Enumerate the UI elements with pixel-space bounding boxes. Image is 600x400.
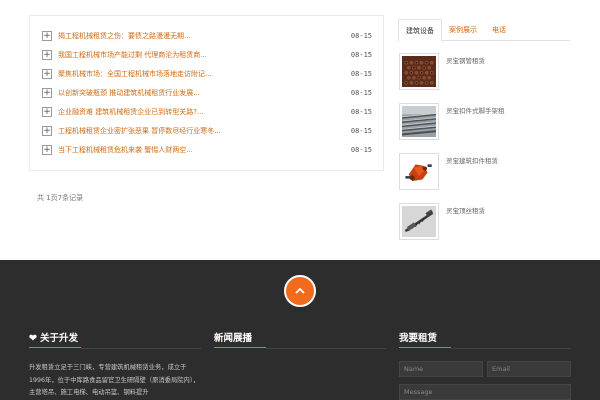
- news-title[interactable]: 当下工程机械租赁危机来袭 警惕人财两空...: [58, 145, 328, 155]
- news-list: + 揭工程机械租赁之伤：要债之路漫漫无期... 08-15 + 我国工程机械市场…: [30, 16, 383, 159]
- plus-icon: +: [42, 68, 52, 79]
- footer-news-heading: 新闻展播: [214, 333, 253, 344]
- sidebar-tabs: 建筑设备 案例展示 电话: [398, 19, 570, 42]
- news-item[interactable]: + 以创新突破瓶颈 推动建筑机械租赁行业发展... 08-15: [30, 83, 383, 102]
- plus-icon: +: [42, 144, 52, 155]
- product-item[interactable]: 灵宝建筑扣件租赁: [399, 153, 571, 203]
- about-text: 升发租赁立足于三门峡，专营建筑机械租赁业务，成立于1996年，位于中库路食品留官…: [29, 364, 200, 396]
- news-date: 08-15: [350, 145, 372, 154]
- news-item[interactable]: + 揭工程机械租赁之伤：要债之路漫漫无期... 08-15: [30, 26, 383, 45]
- news-item[interactable]: + 工程机械租赁企业密扩张恶果 暂停数尽经行业寒冬... 08-15: [30, 121, 383, 140]
- footer-rent-underline: [399, 347, 451, 348]
- divider: [266, 348, 386, 349]
- plus-icon: +: [42, 125, 52, 136]
- news-item[interactable]: + 当下工程机械租赁危机来袭 警惕人财两空... 08-15: [30, 140, 383, 159]
- plus-icon: +: [42, 87, 52, 98]
- product-list: 灵宝钢管租赁 灵宝扣件式脚手架租 灵宝建筑扣件租赁 灵宝顶丝租赁: [399, 53, 571, 253]
- steel-pipes-photo[interactable]: [399, 53, 439, 90]
- news-date: 08-15: [350, 69, 372, 78]
- news-title[interactable]: 工程机械租赁企业密扩张恶果 暂停数尽经行业寒冬...: [58, 126, 328, 136]
- news-title[interactable]: 我国工程机械市场产能过剩 代理商沦为租赁商...: [58, 50, 328, 60]
- news-title[interactable]: 以创新突破瓶颈 推动建筑机械租赁行业发展...: [58, 88, 328, 98]
- news-title[interactable]: 企业融资难 建筑机械租赁企业已到转型关路?...: [58, 107, 328, 117]
- jack-screw-photo[interactable]: [399, 203, 439, 240]
- news-date: 08-15: [350, 50, 372, 59]
- plus-icon: +: [42, 106, 52, 117]
- product-item[interactable]: 灵宝顶丝租赁: [399, 203, 571, 253]
- product-name[interactable]: 灵宝顶丝租赁: [446, 205, 485, 253]
- footer-about-underline: [29, 347, 81, 348]
- tab-equipment[interactable]: 建筑设备: [398, 19, 442, 42]
- footer-about-heading: ❤ 关于升发: [29, 333, 78, 344]
- divider: [451, 348, 571, 349]
- tab-phone[interactable]: 电话: [484, 19, 514, 41]
- footer-rent-heading: 我要租赁: [399, 333, 438, 344]
- product-item[interactable]: 灵宝钢管租赁: [399, 53, 571, 103]
- news-item[interactable]: + 我国工程机械市场产能过剩 代理商沦为租赁商... 08-15: [30, 45, 383, 64]
- plus-icon: +: [42, 49, 52, 60]
- heart-icon: ❤: [29, 333, 37, 344]
- chevron-up-icon: [295, 287, 305, 294]
- message-field[interactable]: Message: [399, 384, 571, 400]
- news-title[interactable]: 聚焦机械市场：全国工程机械市场落地走访附记...: [58, 69, 328, 79]
- name-field[interactable]: Name: [399, 361, 483, 377]
- news-item[interactable]: + 聚焦机械市场：全国工程机械市场落地走访附记... 08-15: [30, 64, 383, 83]
- pagination-summary: 共 1页7条记录: [37, 194, 84, 202]
- product-name[interactable]: 灵宝建筑扣件租赁: [446, 155, 498, 203]
- back-to-top-button[interactable]: [284, 275, 316, 307]
- scaffold-coupler-photo[interactable]: [399, 153, 439, 190]
- news-item[interactable]: + 企业融资难 建筑机械租赁企业已到转型关路?... 08-15: [30, 102, 383, 121]
- tab-cases[interactable]: 案例展示: [442, 19, 484, 41]
- news-list-card: + 揭工程机械租赁之伤：要债之路漫漫无期... 08-15 + 我国工程机械市场…: [29, 15, 384, 171]
- product-name[interactable]: 灵宝扣件式脚手架租: [446, 105, 505, 153]
- news-title[interactable]: 揭工程机械租赁之伤：要债之路漫漫无期...: [58, 31, 328, 41]
- scaffold-pipes-photo[interactable]: [399, 103, 439, 140]
- plus-icon: +: [42, 30, 52, 41]
- news-date: 08-15: [350, 126, 372, 135]
- news-date: 08-15: [350, 31, 372, 40]
- divider: [81, 348, 201, 349]
- page: + 揭工程机械租赁之伤：要债之路漫漫无期... 08-15 + 我国工程机械市场…: [0, 0, 600, 400]
- news-date: 08-15: [350, 107, 372, 116]
- footer-news-underline: [214, 347, 266, 348]
- news-date: 08-15: [350, 88, 372, 97]
- product-item[interactable]: 灵宝扣件式脚手架租: [399, 103, 571, 153]
- email-field[interactable]: Email: [487, 361, 571, 377]
- product-name[interactable]: 灵宝钢管租赁: [446, 55, 485, 103]
